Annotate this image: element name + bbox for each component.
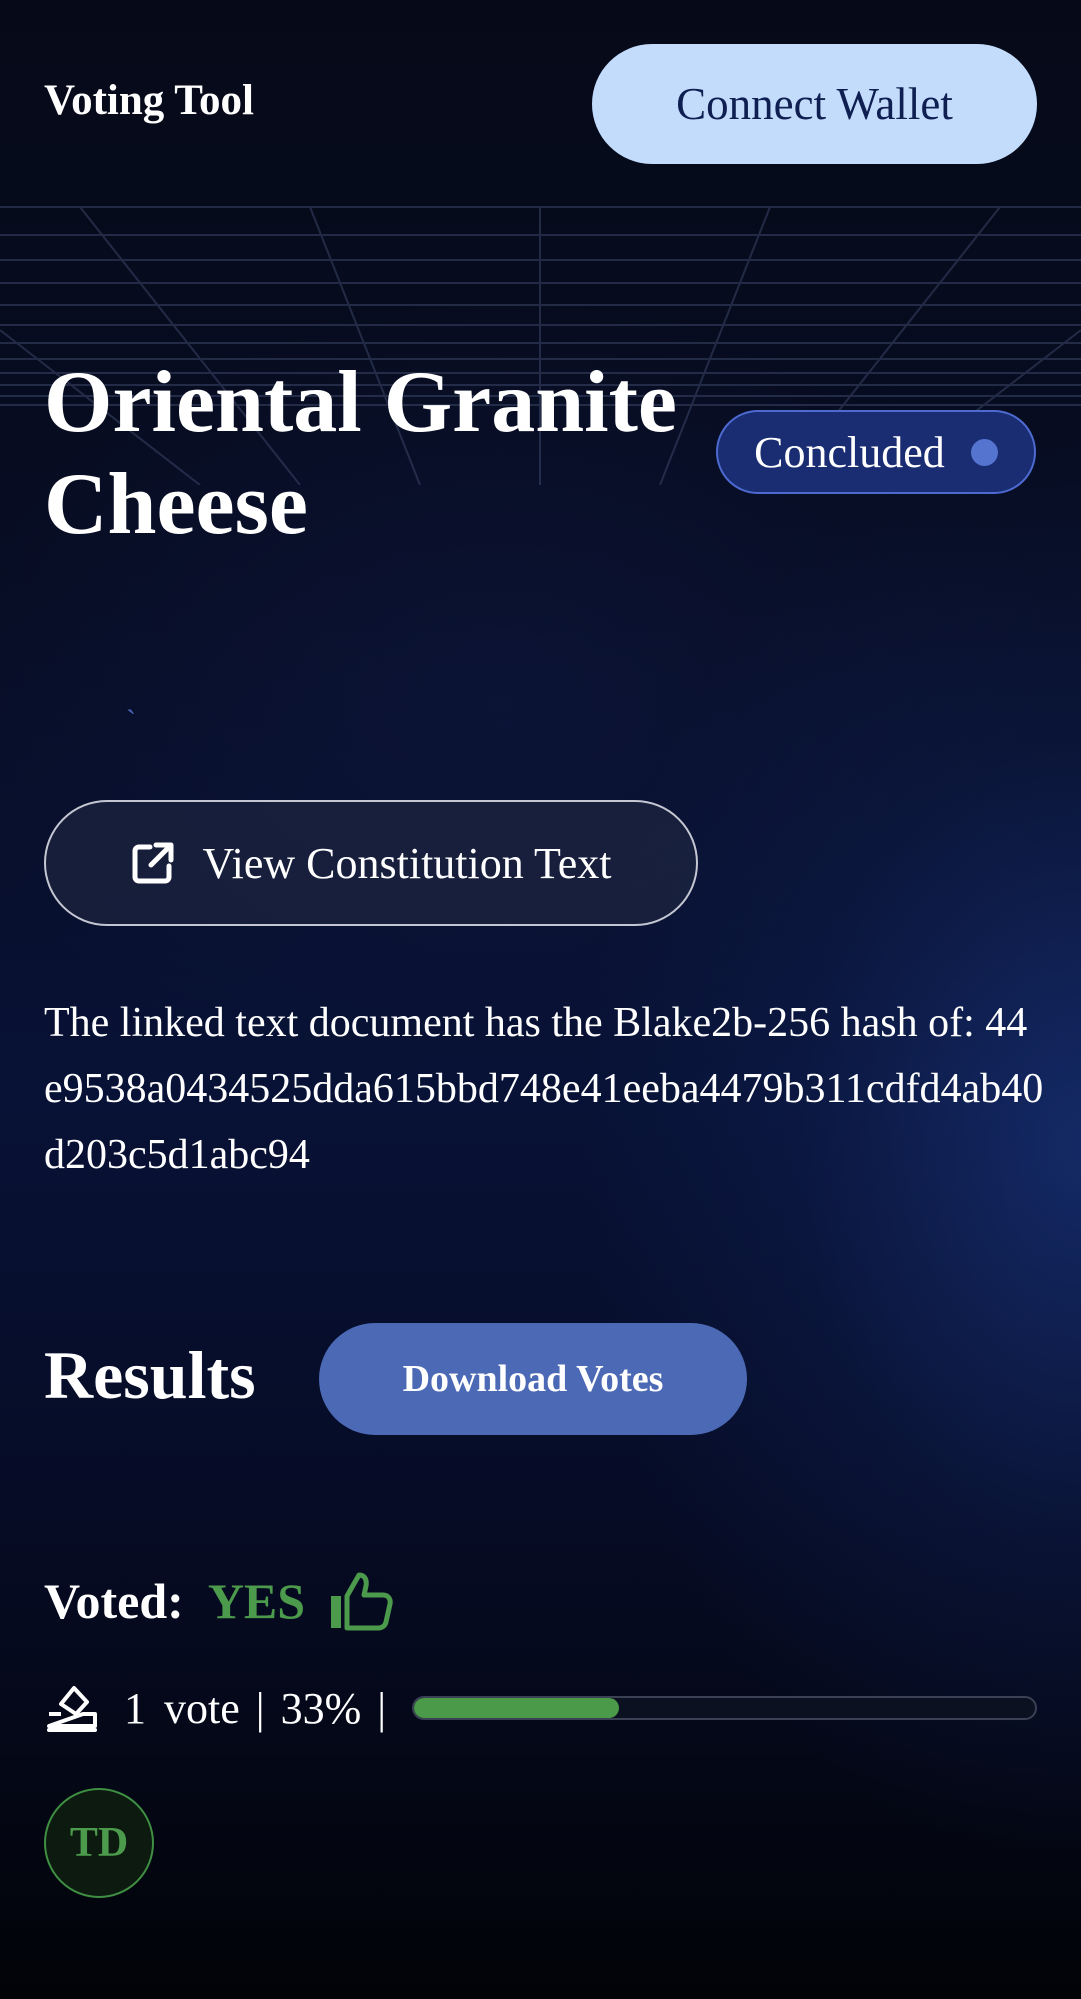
- external-link-icon: [132, 842, 174, 884]
- vote-word: vote: [164, 1683, 240, 1733]
- vote-count: 1: [124, 1683, 146, 1733]
- voted-row: Voted: YES: [44, 1566, 393, 1636]
- document-hash-text: The linked text document has the Blake2b…: [44, 1000, 1044, 1178]
- view-constitution-button[interactable]: View Constitution Text: [44, 800, 698, 926]
- status-dot-icon: [970, 438, 998, 466]
- app-title: Voting Tool: [44, 77, 254, 124]
- voted-label: Voted:: [44, 1573, 184, 1629]
- separator: |: [377, 1683, 387, 1733]
- vote-tally: 1 vote | 33% |: [44, 1675, 1037, 1741]
- voted-value: YES: [207, 1573, 306, 1629]
- stray-mark: `: [126, 704, 136, 737]
- thumbs-up-icon: [331, 1572, 393, 1631]
- status-label: Concluded: [754, 427, 945, 477]
- separator: |: [255, 1683, 265, 1733]
- results-heading: Results: [44, 1337, 256, 1413]
- status-badge: Concluded: [716, 410, 1036, 494]
- vote-progress-fill: [414, 1698, 619, 1718]
- ballot-box-icon: [47, 1686, 97, 1732]
- download-votes-button[interactable]: Download Votes: [319, 1323, 747, 1435]
- view-constitution-label: View Constitution Text: [202, 838, 612, 888]
- vote-percent: 33%: [280, 1683, 362, 1733]
- proposal-title: Oriental Granite Cheese: [44, 354, 677, 553]
- vote-progress-bar: [412, 1696, 1037, 1720]
- connect-wallet-button[interactable]: Connect Wallet: [592, 44, 1037, 164]
- voter-avatar[interactable]: TD: [44, 1788, 154, 1898]
